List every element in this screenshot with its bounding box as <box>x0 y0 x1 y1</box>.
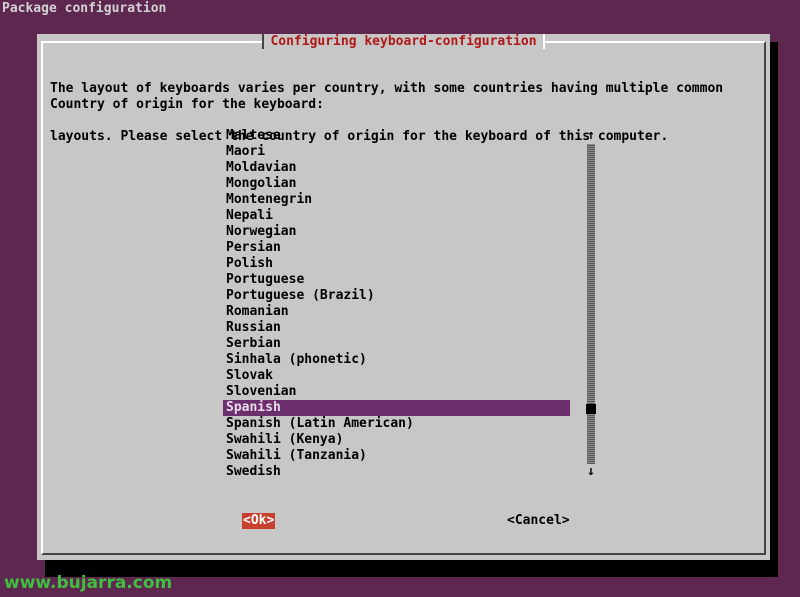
list-item[interactable]: Montenegrin <box>223 192 570 208</box>
list-item[interactable]: Spanish (Latin American) <box>223 416 570 432</box>
list-item[interactable]: Russian <box>223 320 570 336</box>
keyboard-configuration-dialog: Configuring keyboard-configuration The l… <box>37 34 770 560</box>
list-item[interactable]: Swedish <box>223 464 570 480</box>
dialog-title-bar: Configuring keyboard-configuration <box>37 34 770 50</box>
list-item[interactable]: Swahili (Tanzania) <box>223 448 570 464</box>
country-list[interactable]: Maltese Maori Moldavian Mongolian Montenegri… <box>223 128 570 480</box>
scroll-down-arrow-icon[interactable]: ↓ <box>585 464 597 480</box>
watermark: www.bujarra.com <box>4 573 173 593</box>
list-item[interactable]: Serbian <box>223 336 570 352</box>
list-item[interactable]: Nepali <box>223 208 570 224</box>
dialog-title: Configuring keyboard-configuration <box>262 34 545 49</box>
list-item[interactable]: Moldavian <box>223 160 570 176</box>
list-item[interactable]: Norwegian <box>223 224 570 240</box>
ok-button[interactable]: <Ok> <box>242 513 276 529</box>
list-item[interactable]: Swahili (Kenya) <box>223 432 570 448</box>
country-prompt: Country of origin for the keyboard: <box>50 97 324 112</box>
description-line: The layout of keyboards varies per count… <box>50 81 724 96</box>
scroll-track[interactable] <box>587 144 595 464</box>
screen-title: Package configuration <box>2 1 167 16</box>
list-item[interactable]: Sinhala (phonetic) <box>223 352 570 368</box>
list-item[interactable]: Romanian <box>223 304 570 320</box>
list-item[interactable]: Maltese <box>223 128 570 144</box>
list-item[interactable]: Polish <box>223 256 570 272</box>
list-item[interactable]: Persian <box>223 240 570 256</box>
list-item-selected[interactable]: Spanish <box>223 400 570 416</box>
list-item[interactable]: Slovenian <box>223 384 570 400</box>
list-item[interactable]: Portuguese (Brazil) <box>223 288 570 304</box>
cancel-button[interactable]: <Cancel> <box>507 513 570 529</box>
scroll-up-arrow-icon[interactable]: ↑ <box>585 128 597 144</box>
list-item[interactable]: Maori <box>223 144 570 160</box>
list-item[interactable]: Slovak <box>223 368 570 384</box>
list-scrollbar[interactable]: ↑ ↓ <box>585 128 597 480</box>
scroll-thumb[interactable] <box>586 404 596 415</box>
list-item[interactable]: Portuguese <box>223 272 570 288</box>
list-item[interactable]: Mongolian <box>223 176 570 192</box>
